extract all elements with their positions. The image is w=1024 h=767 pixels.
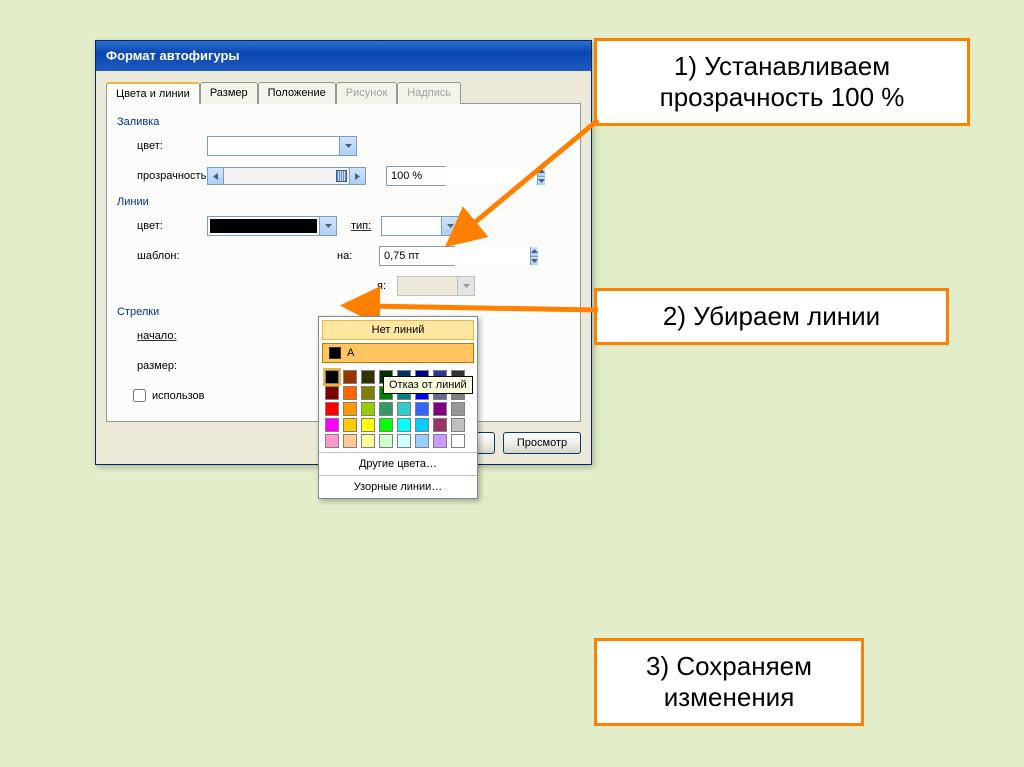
line-weight-input[interactable] — [380, 247, 530, 265]
popup-no-lines[interactable]: Нет линий — [322, 320, 474, 340]
palette-color[interactable] — [361, 418, 375, 432]
label-pattern: шаблон: — [117, 250, 207, 262]
palette-color[interactable] — [361, 434, 375, 448]
spin-up-icon[interactable] — [538, 167, 545, 176]
label-transparency: прозрачность: — [117, 170, 207, 182]
spin-up-icon[interactable] — [531, 247, 538, 256]
dialog-title: Формат автофигуры — [96, 41, 591, 71]
line-type-preview — [384, 219, 439, 233]
tabs: Цвета и линии Размер Положение Рисунок Н… — [106, 81, 581, 103]
tab-colors-lines[interactable]: Цвета и линии — [106, 82, 200, 104]
palette-color[interactable] — [361, 370, 375, 384]
palette-color[interactable] — [397, 418, 411, 432]
transparency-input[interactable] — [387, 167, 537, 185]
line-color-popup: Нет линий А Отказ от линий Другие цвета…… — [318, 316, 478, 499]
callout-3-line1: 3) Сохраняем — [617, 651, 841, 682]
use-default-checkbox[interactable] — [133, 389, 146, 402]
palette-color[interactable] — [451, 402, 465, 416]
palette-color[interactable] — [451, 418, 465, 432]
line-color-combo[interactable] — [207, 216, 337, 236]
palette-color[interactable] — [415, 434, 429, 448]
slider-track[interactable] — [224, 167, 349, 185]
slider-right-button[interactable] — [349, 167, 366, 185]
label-line-color: цвет: — [117, 220, 207, 232]
callout-3: 3) Сохраняем изменения — [594, 638, 864, 726]
disabled-combo — [397, 276, 475, 296]
callout-2: 2) Убираем линии — [594, 288, 949, 345]
label-fill-color: цвет: — [117, 140, 207, 152]
palette-color[interactable] — [343, 418, 357, 432]
spin-down-icon[interactable] — [531, 256, 538, 266]
auto-swatch — [329, 347, 341, 359]
label-width: на: — [337, 250, 379, 262]
popup-auto[interactable]: А Отказ от линий — [322, 343, 474, 363]
tab-position[interactable]: Положение — [258, 82, 336, 104]
label-line-type: тип: — [351, 220, 381, 232]
transparency-value[interactable] — [386, 166, 446, 186]
callout-1-line2: прозрачность 100 % — [617, 82, 947, 113]
palette-color[interactable] — [415, 402, 429, 416]
fill-color-combo[interactable] — [207, 136, 357, 156]
preview-button[interactable]: Просмотр — [503, 432, 581, 454]
palette-color[interactable] — [433, 434, 447, 448]
chevron-down-icon[interactable] — [319, 217, 336, 235]
label-arrow-size: размер: — [117, 360, 207, 372]
palette-color[interactable] — [397, 402, 411, 416]
line-type-combo[interactable] — [381, 216, 459, 236]
palette-color[interactable] — [343, 370, 357, 384]
popup-pattern-lines[interactable]: Узорные линии… — [319, 475, 477, 498]
popup-auto-label: А — [347, 347, 354, 359]
palette-color[interactable] — [433, 418, 447, 432]
palette-color[interactable] — [379, 434, 393, 448]
tab-size[interactable]: Размер — [200, 82, 258, 104]
slider-thumb[interactable] — [336, 170, 347, 182]
chevron-down-icon[interactable] — [441, 217, 458, 235]
palette-color[interactable] — [325, 434, 339, 448]
palette-color[interactable] — [325, 370, 339, 384]
transparency-slider[interactable] — [207, 167, 366, 185]
fill-color-swatch — [210, 139, 337, 153]
group-lines-title: Линии — [117, 196, 570, 208]
palette-color[interactable] — [325, 386, 339, 400]
palette-color[interactable] — [451, 434, 465, 448]
palette-color[interactable] — [325, 402, 339, 416]
palette-color[interactable] — [397, 434, 411, 448]
label-ya: я: — [377, 280, 397, 292]
palette-color[interactable] — [433, 402, 447, 416]
tab-textbox: Надпись — [397, 82, 461, 104]
popup-more-colors[interactable]: Другие цвета… — [319, 452, 477, 475]
palette-color[interactable] — [325, 418, 339, 432]
slider-left-button[interactable] — [207, 167, 224, 185]
tab-picture: Рисунок — [336, 82, 398, 104]
spin-down-icon[interactable] — [538, 176, 545, 186]
callout-3-line2: изменения — [617, 682, 841, 713]
label-begin: начало: — [117, 330, 207, 342]
tooltip-no-lines: Отказ от линий — [383, 376, 473, 394]
line-color-swatch — [210, 219, 317, 233]
chevron-down-icon[interactable] — [339, 137, 356, 155]
chevron-down-icon — [457, 277, 474, 295]
palette-color[interactable] — [343, 402, 357, 416]
label-use: использов — [152, 390, 205, 402]
group-fill-title: Заливка — [117, 116, 570, 128]
palette-color[interactable] — [343, 434, 357, 448]
callout-1: 1) Устанавливаем прозрачность 100 % — [594, 38, 970, 126]
callout-1-line1: 1) Устанавливаем — [617, 51, 947, 82]
palette-color[interactable] — [379, 418, 393, 432]
palette-color[interactable] — [361, 402, 375, 416]
callout-2-text: 2) Убираем линии — [663, 301, 880, 331]
palette-color[interactable] — [361, 386, 375, 400]
palette-color[interactable] — [379, 402, 393, 416]
line-weight-spinner[interactable] — [379, 246, 455, 266]
palette-color[interactable] — [343, 386, 357, 400]
palette-color[interactable] — [415, 418, 429, 432]
